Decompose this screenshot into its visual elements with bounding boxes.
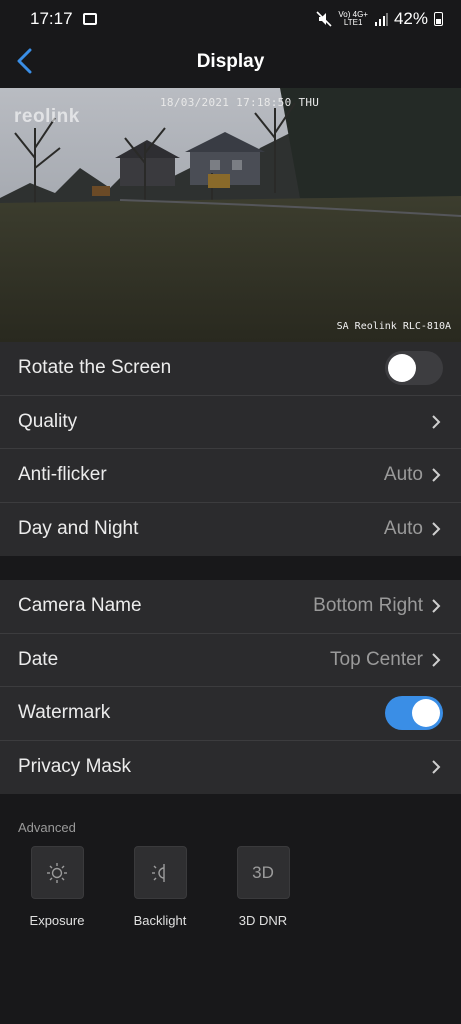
3d-dnr-icon: 3D xyxy=(236,846,290,899)
rotate-screen-toggle[interactable] xyxy=(385,351,443,386)
quality-label: Quality xyxy=(18,410,78,432)
chevron-right-icon xyxy=(431,467,443,483)
osd-timestamp: 18/03/2021 17:18:50 THU xyxy=(160,96,320,109)
chevron-right-icon xyxy=(431,521,443,537)
toggle-knob xyxy=(388,354,416,383)
camera-preview[interactable]: reolink 18/03/2021 17:18:50 THU SA Reoli… xyxy=(0,88,461,342)
row-rotate-screen[interactable]: Rotate the Screen xyxy=(0,342,461,396)
watermark-label: Watermark xyxy=(18,702,111,724)
privacy-mask-label: Privacy Mask xyxy=(18,756,131,778)
sun-icon xyxy=(47,862,67,883)
rotate-screen-label: Rotate the Screen xyxy=(18,357,172,379)
date-label: Date xyxy=(18,648,59,670)
3d-dnr-label: 3D DNR xyxy=(238,913,288,928)
gallery-icon xyxy=(82,13,97,25)
exposure-icon-box xyxy=(30,846,84,899)
anti-flicker-value: Auto xyxy=(383,464,423,486)
page-title: Display xyxy=(196,51,265,72)
row-camera-name[interactable]: Camera Name Bottom Right xyxy=(0,580,461,634)
3d-dnr-icon-text: 3D xyxy=(252,862,274,882)
signal-icon xyxy=(374,13,388,26)
battery-icon xyxy=(434,12,443,26)
network-indicator: Vo) 4G+ LTE1 xyxy=(338,11,368,27)
row-anti-flicker[interactable]: Anti-flicker Auto xyxy=(0,449,461,503)
backlight-button[interactable]: Backlight xyxy=(115,846,205,928)
mute-icon xyxy=(316,11,332,27)
date-value: Top Center xyxy=(330,648,423,670)
header: Display xyxy=(0,38,461,86)
status-bar: 17:17 Vo) 4G+ LTE1 42% xyxy=(0,0,461,38)
reolink-logo: reolink xyxy=(14,106,80,127)
row-quality[interactable]: Quality xyxy=(0,396,461,449)
exposure-label: Exposure xyxy=(29,913,85,928)
camera-name-value: Bottom Right xyxy=(313,595,423,617)
row-watermark[interactable]: Watermark xyxy=(0,687,461,741)
status-time: 17:17 xyxy=(30,9,73,28)
chevron-right-icon xyxy=(431,759,443,775)
chevron-right-icon xyxy=(431,598,443,614)
settings-group-osd: Camera Name Bottom Right Date Top Center… xyxy=(0,580,461,794)
anti-flicker-label: Anti-flicker xyxy=(18,464,107,486)
back-button[interactable] xyxy=(10,46,40,76)
row-day-and-night[interactable]: Day and Night Auto xyxy=(0,503,461,557)
toggle-knob xyxy=(412,699,440,728)
row-date[interactable]: Date Top Center xyxy=(0,634,461,687)
advanced-heading: Advanced xyxy=(18,820,76,835)
exposure-button[interactable]: Exposure xyxy=(12,846,102,928)
chevron-right-icon xyxy=(431,414,443,430)
day-night-value: Auto xyxy=(383,518,423,540)
backlight-icon xyxy=(152,863,165,882)
backlight-icon-box xyxy=(133,846,187,899)
backlight-label: Backlight xyxy=(133,913,187,928)
day-night-label: Day and Night xyxy=(18,518,139,540)
3d-dnr-button[interactable]: 3D 3D DNR xyxy=(218,846,308,928)
settings-group-display: Rotate the Screen Quality Anti-flicker A… xyxy=(0,342,461,556)
row-privacy-mask[interactable]: Privacy Mask xyxy=(0,741,461,795)
network-bottom-text: LTE1 xyxy=(343,18,363,27)
chevron-right-icon xyxy=(431,652,443,668)
battery-percent: 42% xyxy=(393,9,428,28)
chevron-left-icon xyxy=(17,48,32,74)
status-icons: Vo) 4G+ LTE1 42% xyxy=(316,9,443,29)
watermark-toggle[interactable] xyxy=(385,696,443,731)
camera-name-label: Camera Name xyxy=(18,595,142,617)
osd-camera-label: SA Reolink RLC-810A xyxy=(336,321,451,332)
